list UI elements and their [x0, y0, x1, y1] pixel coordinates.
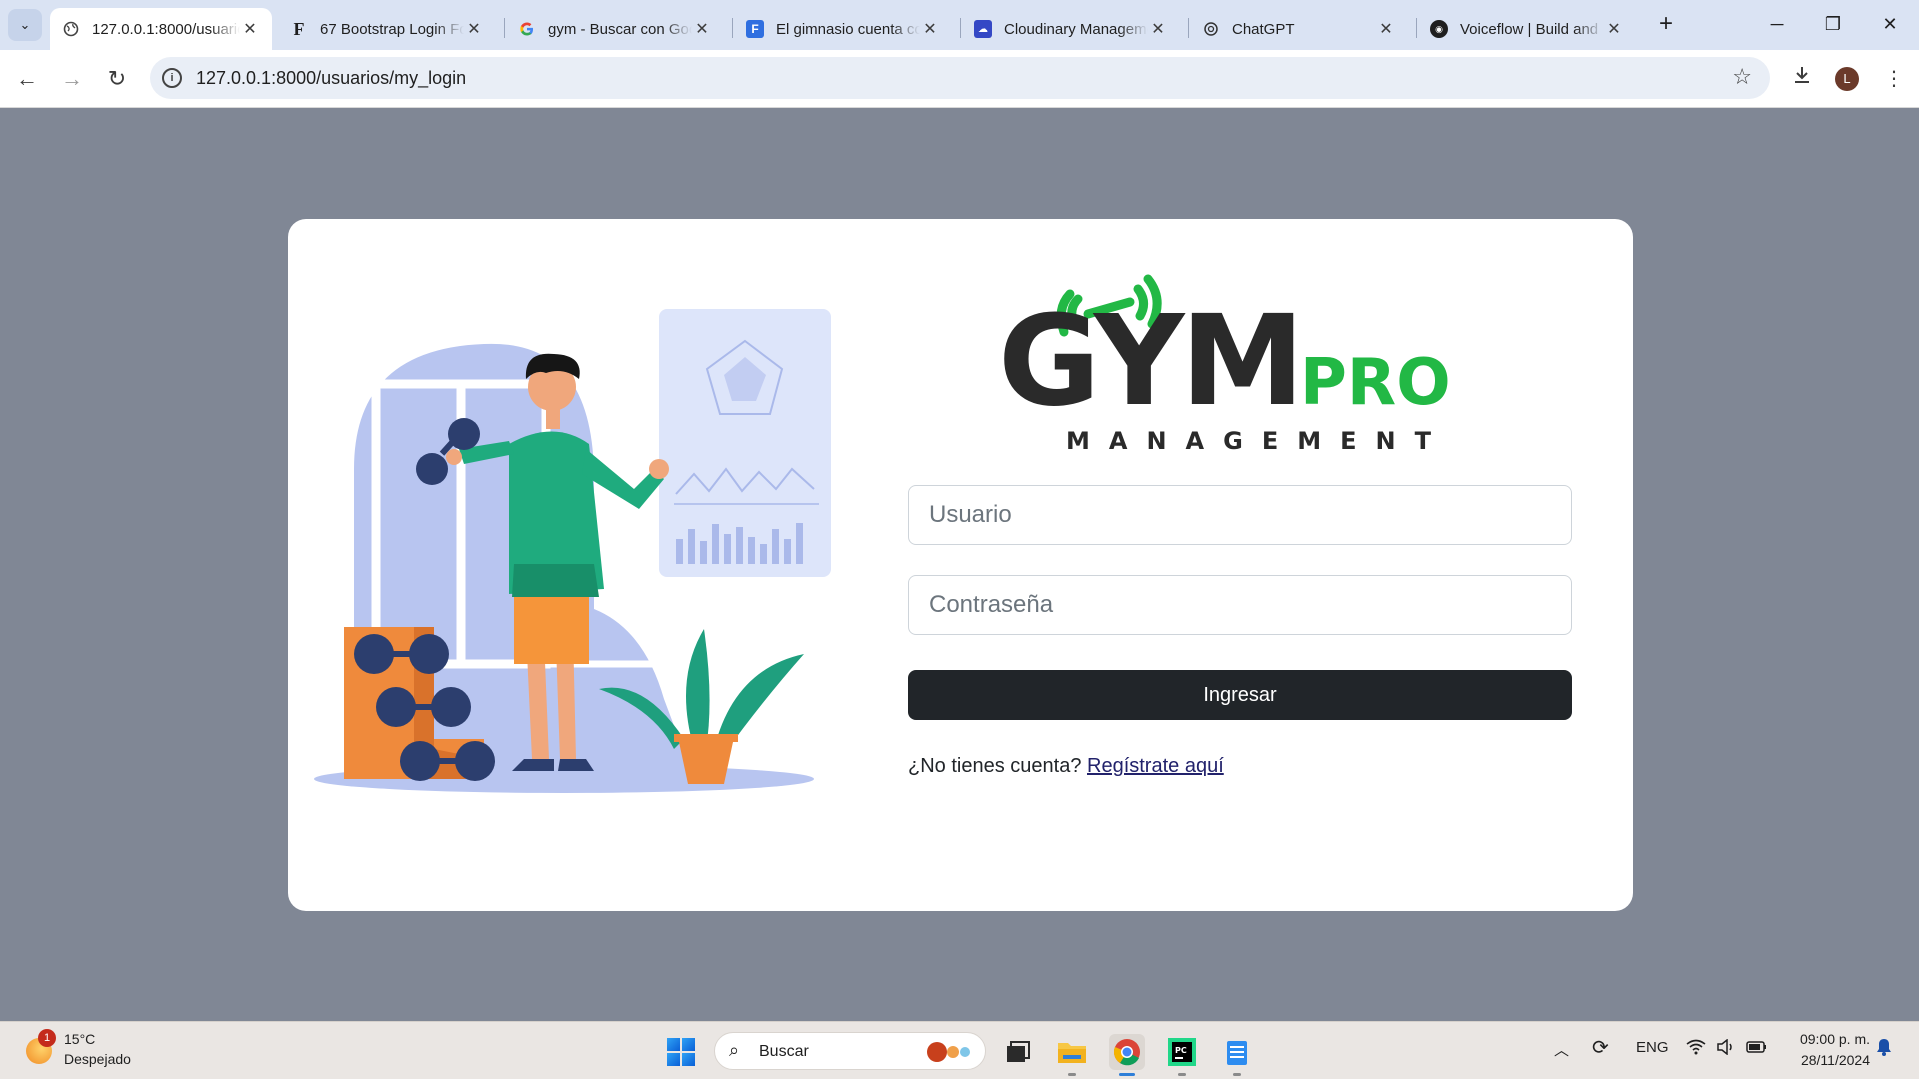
- tab-strip: ⌄ 127.0.0.1:8000/usuarios/my_login ✕ F 6…: [0, 0, 1919, 50]
- forward-arrow-icon[interactable]: →: [55, 62, 89, 96]
- restore-button[interactable]: ❐: [1813, 8, 1853, 40]
- svg-text:PC: PC: [1175, 1046, 1187, 1055]
- url-text[interactable]: 127.0.0.1:8000/usuarios/my_login: [196, 68, 466, 89]
- globe-icon: [62, 20, 80, 38]
- tab-close-icon[interactable]: ✕: [1148, 19, 1168, 39]
- login-card: GYM PRO MANAGEMENT Ingresar ¿No tienes c…: [288, 219, 1633, 911]
- notepad-icon[interactable]: [1219, 1034, 1255, 1076]
- volume-icon[interactable]: [1716, 1038, 1736, 1059]
- chatgpt-icon: [1202, 20, 1220, 38]
- tab-close-icon[interactable]: ✕: [1376, 19, 1396, 39]
- pycharm-icon[interactable]: PC: [1164, 1034, 1200, 1076]
- gym-illustration: [314, 309, 831, 793]
- tab-active[interactable]: 127.0.0.1:8000/usuarios/my_login ✕: [50, 8, 272, 50]
- tab-separator: [732, 18, 733, 38]
- weather-badge: 1: [38, 1029, 56, 1047]
- logo-brand-text: GYM: [998, 289, 1301, 434]
- tab-separator: [504, 18, 505, 38]
- tab-title: gym - Buscar con Google: [548, 20, 692, 38]
- search-icon: ⌕: [729, 1040, 740, 1060]
- password-input[interactable]: [908, 575, 1572, 635]
- gympro-logo: GYM PRO MANAGEMENT: [998, 274, 1498, 459]
- register-prompt-text: ¿No tienes cuenta?: [908, 755, 1082, 777]
- site-info-icon[interactable]: i: [162, 68, 182, 88]
- f-logo-icon: F: [293, 18, 305, 39]
- tab-title: 127.0.0.1:8000/usuarios/my_login: [92, 20, 240, 38]
- tab-title: Voiceflow | Build and: [1460, 20, 1599, 38]
- register-prompt: ¿No tienes cuenta? Regístrate aquí: [908, 755, 1224, 778]
- taskbar-search-placeholder: Buscar: [759, 1043, 809, 1060]
- file-explorer-icon[interactable]: [1054, 1034, 1090, 1076]
- more-menu-icon[interactable]: ⋮: [1879, 64, 1909, 94]
- active-indicator: [1119, 1073, 1135, 1076]
- wifi-icon[interactable]: [1686, 1039, 1706, 1059]
- profile-avatar[interactable]: L: [1835, 67, 1859, 91]
- reload-icon[interactable]: ↻: [100, 62, 134, 96]
- username-input[interactable]: [908, 485, 1572, 545]
- taskbar: 1 15°C Despejado ⌕ Buscar PC ︿ ⟳ ENG 09:…: [0, 1021, 1919, 1079]
- tab-title: Cloudinary Management: [1004, 20, 1148, 38]
- weather-desc: Despejado: [64, 1051, 131, 1067]
- tab-forms-doc[interactable]: F El gimnasio cuenta con ✕: [734, 8, 952, 50]
- tab-search-button[interactable]: ⌄: [8, 9, 42, 41]
- tab-close-icon[interactable]: ✕: [920, 19, 940, 39]
- voiceflow-icon: ◉: [1430, 20, 1448, 38]
- bookmark-star-icon[interactable]: ☆: [1732, 64, 1752, 90]
- browser-toolbar: ← → ↻ i 127.0.0.1:8000/usuarios/my_login…: [0, 50, 1919, 108]
- login-button[interactable]: Ingresar: [908, 670, 1572, 720]
- language-indicator[interactable]: ENG: [1636, 1039, 1669, 1056]
- tab-bootstrap[interactable]: F 67 Bootstrap Login Forms ✕: [278, 8, 496, 50]
- tab-title: El gimnasio cuenta con: [776, 20, 920, 38]
- weather-temp: 15°C: [64, 1031, 96, 1047]
- sync-icon[interactable]: ⟳: [1592, 1035, 1609, 1060]
- tab-close-icon[interactable]: ✕: [1604, 19, 1624, 39]
- close-window-button[interactable]: ✕: [1870, 8, 1910, 40]
- tab-separator: [1416, 18, 1417, 38]
- clock-date[interactable]: 28/11/2024: [1780, 1052, 1870, 1068]
- tab-cloudinary[interactable]: ☁ Cloudinary Management ✕: [962, 8, 1180, 50]
- f-doc-icon: F: [746, 20, 764, 38]
- battery-icon[interactable]: [1746, 1039, 1768, 1059]
- download-icon[interactable]: [1787, 64, 1817, 94]
- search-highlight-icon: [927, 1042, 970, 1062]
- show-hidden-icons-chevron-icon[interactable]: ︿: [1554, 1039, 1569, 1060]
- task-view-icon[interactable]: [1000, 1034, 1036, 1070]
- back-arrow-icon[interactable]: ←: [10, 62, 44, 96]
- logo-pro-text: PRO: [1300, 346, 1451, 420]
- taskbar-search[interactable]: ⌕ Buscar: [714, 1032, 986, 1070]
- tab-separator: [960, 18, 961, 38]
- tab-close-icon[interactable]: ✕: [692, 19, 712, 39]
- cloudinary-icon: ☁: [974, 20, 992, 38]
- new-tab-button[interactable]: +: [1651, 10, 1681, 40]
- tab-chatgpt[interactable]: ChatGPT ✕: [1190, 8, 1408, 50]
- logo-tagline: MANAGEMENT: [1066, 427, 1450, 455]
- tab-separator: [1188, 18, 1189, 38]
- tab-voiceflow[interactable]: ◉ Voiceflow | Build and ✕: [1418, 8, 1636, 50]
- running-indicator: [1178, 1073, 1186, 1076]
- notification-bell-icon[interactable]: [1876, 1038, 1892, 1060]
- running-indicator: [1233, 1073, 1241, 1076]
- address-bar[interactable]: i 127.0.0.1:8000/usuarios/my_login ☆: [150, 57, 1770, 99]
- clock-time[interactable]: 09:00 p. m.: [1790, 1031, 1870, 1047]
- minimize-button[interactable]: ─: [1757, 8, 1797, 40]
- tab-close-icon[interactable]: ✕: [464, 19, 484, 39]
- windows-start-icon[interactable]: [667, 1038, 695, 1066]
- tab-google[interactable]: gym - Buscar con Google ✕: [506, 8, 724, 50]
- chrome-icon[interactable]: [1109, 1034, 1145, 1076]
- running-indicator: [1068, 1073, 1076, 1076]
- register-link[interactable]: Regístrate aquí: [1087, 755, 1224, 777]
- tab-close-icon[interactable]: ✕: [240, 19, 260, 39]
- chevron-down-icon: ⌄: [19, 17, 31, 32]
- google-icon: [518, 20, 536, 38]
- tab-title: 67 Bootstrap Login Forms: [320, 20, 464, 38]
- tab-title: ChatGPT: [1232, 20, 1295, 38]
